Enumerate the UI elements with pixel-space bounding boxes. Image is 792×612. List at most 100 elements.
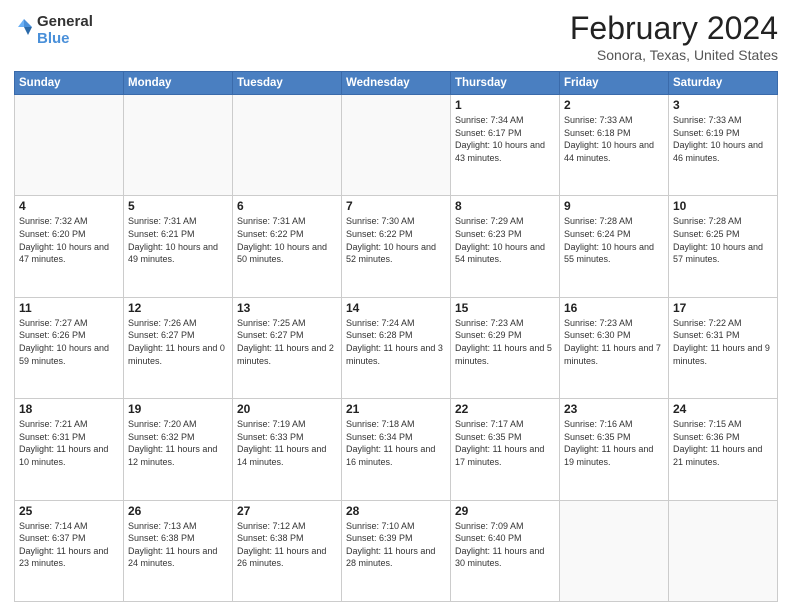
day-number: 12 bbox=[128, 301, 228, 315]
calendar-cell: 26Sunrise: 7:13 AMSunset: 6:38 PMDayligh… bbox=[124, 500, 233, 601]
header: General Blue February 2024 Sonora, Texas… bbox=[14, 10, 778, 63]
day-number: 10 bbox=[673, 199, 773, 213]
day-number: 16 bbox=[564, 301, 664, 315]
calendar-cell: 12 Sunrise: 7:26 AMSunset: 6:27 PMDayligh… bbox=[124, 297, 233, 398]
day-number: 11 bbox=[19, 301, 119, 315]
weekday-header-friday: Friday bbox=[560, 72, 669, 95]
weekday-header-tuesday: Tuesday bbox=[233, 72, 342, 95]
day-number: 21 bbox=[346, 402, 446, 416]
day-info: Sunrise: 7:31 AMSunset: 6:22 PMDaylight:… bbox=[237, 215, 337, 265]
day-info: Sunrise: 7:28 AMSunset: 6:25 PMDaylight:… bbox=[673, 215, 773, 265]
day-number: 23 bbox=[564, 402, 664, 416]
calendar-cell: 4 Sunrise: 7:32 AMSunset: 6:20 PMDaylight… bbox=[15, 196, 124, 297]
day-number: 26 bbox=[128, 504, 228, 518]
day-info: Sunrise: 7:26 AMSunset: 6:27 PMDaylight:… bbox=[128, 317, 228, 367]
day-number: 27 bbox=[237, 504, 337, 518]
day-info: Sunrise: 7:20 AMSunset: 6:32 PMDaylight:… bbox=[128, 418, 228, 468]
day-number: 25 bbox=[19, 504, 119, 518]
day-info: Sunrise: 7:17 AMSunset: 6:35 PMDaylight:… bbox=[455, 418, 555, 468]
day-info: Sunrise: 7:23 AMSunset: 6:30 PMDaylight:… bbox=[564, 317, 664, 367]
calendar-cell bbox=[124, 95, 233, 196]
day-info: Sunrise: 7:09 AMSunset: 6:40 PMDaylight:… bbox=[455, 520, 555, 570]
calendar-cell: 18 Sunrise: 7:21 AMSunset: 6:31 PMDayligh… bbox=[15, 399, 124, 500]
calendar-cell: 10 Sunrise: 7:28 AMSunset: 6:25 PMDayligh… bbox=[669, 196, 778, 297]
day-info: Sunrise: 7:32 AMSunset: 6:20 PMDaylight:… bbox=[19, 215, 119, 265]
calendar-cell bbox=[15, 95, 124, 196]
title-block: February 2024 Sonora, Texas, United Stat… bbox=[570, 10, 778, 63]
day-number: 9 bbox=[564, 199, 664, 213]
weekday-header-saturday: Saturday bbox=[669, 72, 778, 95]
calendar-table: SundayMondayTuesdayWednesdayThursdayFrid… bbox=[14, 71, 778, 602]
day-number: 1 bbox=[455, 98, 555, 112]
day-info: Sunrise: 7:25 AMSunset: 6:27 PMDaylight:… bbox=[237, 317, 337, 367]
day-number: 20 bbox=[237, 402, 337, 416]
day-info: Sunrise: 7:33 AMSunset: 6:19 PMDaylight:… bbox=[673, 114, 773, 164]
calendar-cell: 25Sunrise: 7:14 AMSunset: 6:37 PMDayligh… bbox=[15, 500, 124, 601]
day-info: Sunrise: 7:18 AMSunset: 6:34 PMDaylight:… bbox=[346, 418, 446, 468]
weekday-header-sunday: Sunday bbox=[15, 72, 124, 95]
calendar-cell: 9 Sunrise: 7:28 AMSunset: 6:24 PMDaylight… bbox=[560, 196, 669, 297]
day-number: 28 bbox=[346, 504, 446, 518]
calendar-cell: 6 Sunrise: 7:31 AMSunset: 6:22 PMDaylight… bbox=[233, 196, 342, 297]
calendar-cell: 1 Sunrise: 7:34 AMSunset: 6:17 PMDaylight… bbox=[451, 95, 560, 196]
day-number: 3 bbox=[673, 98, 773, 112]
calendar-cell: 21 Sunrise: 7:18 AMSunset: 6:34 PMDayligh… bbox=[342, 399, 451, 500]
day-number: 15 bbox=[455, 301, 555, 315]
day-number: 18 bbox=[19, 402, 119, 416]
calendar-cell: 15Sunrise: 7:23 AMSunset: 6:29 PMDayligh… bbox=[451, 297, 560, 398]
day-info: Sunrise: 7:21 AMSunset: 6:31 PMDaylight:… bbox=[19, 418, 119, 468]
day-info: Sunrise: 7:22 AMSunset: 6:31 PMDaylight:… bbox=[673, 317, 773, 367]
calendar-cell: 3 Sunrise: 7:33 AMSunset: 6:19 PMDaylight… bbox=[669, 95, 778, 196]
calendar-cell: 24Sunrise: 7:15 AMSunset: 6:36 PMDayligh… bbox=[669, 399, 778, 500]
day-number: 5 bbox=[128, 199, 228, 213]
day-info: Sunrise: 7:27 AMSunset: 6:26 PMDaylight:… bbox=[19, 317, 119, 367]
logo: General Blue bbox=[14, 14, 93, 47]
day-number: 7 bbox=[346, 199, 446, 213]
day-info: Sunrise: 7:33 AMSunset: 6:18 PMDaylight:… bbox=[564, 114, 664, 164]
weekday-header-wednesday: Wednesday bbox=[342, 72, 451, 95]
week-row-2: 4 Sunrise: 7:32 AMSunset: 6:20 PMDaylight… bbox=[15, 196, 778, 297]
calendar-cell bbox=[233, 95, 342, 196]
calendar-cell bbox=[560, 500, 669, 601]
day-info: Sunrise: 7:16 AMSunset: 6:35 PMDaylight:… bbox=[564, 418, 664, 468]
logo-icon bbox=[14, 17, 34, 45]
calendar-cell: 28 Sunrise: 7:10 AMSunset: 6:39 PMDayligh… bbox=[342, 500, 451, 601]
day-number: 19 bbox=[128, 402, 228, 416]
weekday-header-monday: Monday bbox=[124, 72, 233, 95]
day-number: 6 bbox=[237, 199, 337, 213]
day-info: Sunrise: 7:29 AMSunset: 6:23 PMDaylight:… bbox=[455, 215, 555, 265]
calendar-cell: 5Sunrise: 7:31 AMSunset: 6:21 PMDaylight… bbox=[124, 196, 233, 297]
weekday-header-row: SundayMondayTuesdayWednesdayThursdayFrid… bbox=[15, 72, 778, 95]
day-info: Sunrise: 7:34 AMSunset: 6:17 PMDaylight:… bbox=[455, 114, 555, 164]
calendar-cell: 27 Sunrise: 7:12 AMSunset: 6:38 PMDayligh… bbox=[233, 500, 342, 601]
day-info: Sunrise: 7:12 AMSunset: 6:38 PMDaylight:… bbox=[237, 520, 337, 570]
day-info: Sunrise: 7:19 AMSunset: 6:33 PMDaylight:… bbox=[237, 418, 337, 468]
day-info: Sunrise: 7:28 AMSunset: 6:24 PMDaylight:… bbox=[564, 215, 664, 265]
day-number: 2 bbox=[564, 98, 664, 112]
calendar-cell: 22 Sunrise: 7:17 AMSunset: 6:35 PMDayligh… bbox=[451, 399, 560, 500]
day-info: Sunrise: 7:10 AMSunset: 6:39 PMDaylight:… bbox=[346, 520, 446, 570]
day-number: 13 bbox=[237, 301, 337, 315]
day-info: Sunrise: 7:15 AMSunset: 6:36 PMDaylight:… bbox=[673, 418, 773, 468]
day-number: 4 bbox=[19, 199, 119, 213]
calendar-cell: 19 Sunrise: 7:20 AMSunset: 6:32 PMDayligh… bbox=[124, 399, 233, 500]
calendar-cell bbox=[342, 95, 451, 196]
page: General Blue February 2024 Sonora, Texas… bbox=[0, 0, 792, 612]
day-number: 22 bbox=[455, 402, 555, 416]
calendar-cell: 7 Sunrise: 7:30 AMSunset: 6:22 PMDaylight… bbox=[342, 196, 451, 297]
day-number: 14 bbox=[346, 301, 446, 315]
calendar-cell: 2 Sunrise: 7:33 AMSunset: 6:18 PMDaylight… bbox=[560, 95, 669, 196]
day-number: 8 bbox=[455, 199, 555, 213]
calendar-cell: 20 Sunrise: 7:19 AMSunset: 6:33 PMDayligh… bbox=[233, 399, 342, 500]
weekday-header-thursday: Thursday bbox=[451, 72, 560, 95]
day-number: 29 bbox=[455, 504, 555, 518]
location-subtitle: Sonora, Texas, United States bbox=[570, 47, 778, 63]
calendar-cell: 13 Sunrise: 7:25 AMSunset: 6:27 PMDayligh… bbox=[233, 297, 342, 398]
logo-blue-text: Blue bbox=[37, 31, 93, 48]
calendar-cell: 23 Sunrise: 7:16 AMSunset: 6:35 PMDayligh… bbox=[560, 399, 669, 500]
day-info: Sunrise: 7:30 AMSunset: 6:22 PMDaylight:… bbox=[346, 215, 446, 265]
calendar-cell: 8 Sunrise: 7:29 AMSunset: 6:23 PMDaylight… bbox=[451, 196, 560, 297]
calendar-cell: 14Sunrise: 7:24 AMSunset: 6:28 PMDayligh… bbox=[342, 297, 451, 398]
logo-text: General Blue bbox=[37, 14, 93, 47]
logo-general-text: General bbox=[37, 14, 93, 31]
